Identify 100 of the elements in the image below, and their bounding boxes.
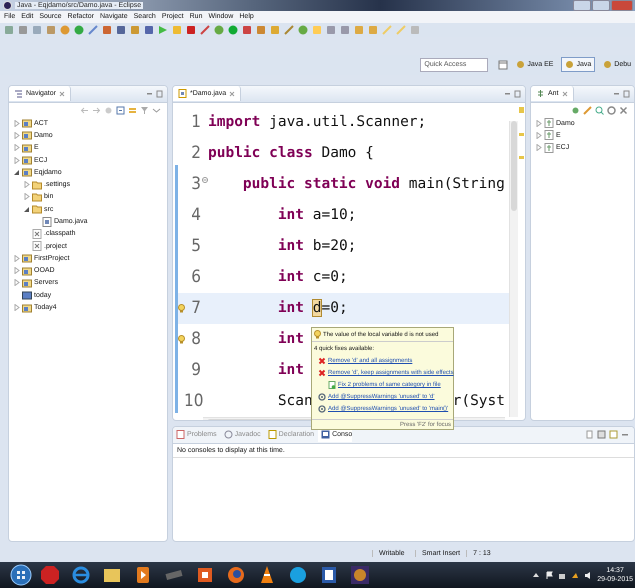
code-keyword: int (278, 269, 304, 286)
project-icon (22, 142, 32, 153)
up-arrow-icon[interactable] (532, 570, 540, 580)
expand-arrow-icon[interactable] (24, 181, 30, 188)
line-number: 6 (190, 267, 201, 288)
square-icon[interactable] (102, 24, 112, 35)
vertical-scrollbar[interactable] (509, 120, 518, 417)
view-menu-icon[interactable] (152, 106, 161, 115)
project-icon (22, 167, 32, 178)
eclipse-icon[interactable] (349, 564, 371, 586)
square-icon[interactable] (186, 24, 196, 35)
circle-icon[interactable] (214, 24, 224, 35)
link-icon[interactable] (128, 106, 137, 115)
ant-add-icon[interactable] (571, 106, 580, 115)
close-button[interactable] (611, 0, 633, 11)
declaration-view-icon (268, 430, 277, 440)
expand-arrow-icon[interactable] (14, 279, 20, 286)
collapse-all-icon[interactable] (116, 106, 125, 115)
browser-e-icon[interactable] (70, 564, 92, 586)
square-icon[interactable] (256, 24, 266, 35)
maximize-icon[interactable] (156, 90, 163, 98)
circle-icon[interactable] (60, 24, 70, 35)
circle-icon[interactable] (298, 24, 308, 35)
expand-arrow-icon[interactable] (536, 120, 542, 127)
minimize-button[interactable] (573, 0, 591, 11)
square-icon[interactable] (46, 24, 56, 35)
slash-icon[interactable] (200, 24, 210, 35)
close-icon[interactable] (562, 90, 568, 97)
project-icon (22, 130, 32, 140)
circle-icon[interactable] (607, 106, 616, 115)
view-icon (14, 89, 23, 98)
maximize-icon[interactable] (623, 90, 630, 98)
minimize-icon[interactable] (504, 90, 511, 98)
square-icon[interactable] (242, 24, 252, 35)
scroll-thumb[interactable] (511, 120, 517, 211)
stop-sign-icon[interactable] (39, 564, 61, 586)
minimize-icon[interactable] (613, 90, 620, 98)
close-icon[interactable] (58, 90, 65, 97)
build-file-icon (544, 130, 554, 140)
expand-arrow-icon[interactable] (536, 132, 542, 139)
code-keyword: int (278, 362, 304, 378)
code-text: Scan (278, 393, 313, 410)
delete-cross-icon (318, 369, 326, 377)
line-number: 9 (190, 360, 201, 380)
document-fix-icon (328, 381, 336, 389)
javadoc-view-icon (224, 430, 233, 440)
speaker-icon[interactable] (584, 570, 592, 580)
forward-arrow-icon[interactable] (92, 106, 101, 115)
slash-icon[interactable] (284, 24, 294, 35)
flag-icon[interactable] (545, 570, 554, 580)
line-number: 1 (190, 112, 201, 132)
collapse-arrow-icon[interactable] (24, 206, 30, 213)
power-icon[interactable] (571, 570, 580, 580)
expand-arrow-icon[interactable] (24, 193, 30, 200)
code-text: Damo { (320, 145, 374, 162)
code-keyword: int (278, 238, 304, 254)
slash-icon[interactable] (88, 24, 98, 35)
circle-icon[interactable] (74, 24, 84, 35)
build-file-icon (544, 142, 554, 153)
square-icon[interactable] (340, 24, 350, 35)
circle-icon[interactable] (228, 24, 238, 35)
maximize-button[interactable] (592, 0, 610, 11)
square-icon[interactable] (18, 24, 28, 35)
expand-arrow-icon[interactable] (14, 120, 20, 127)
code-keyword: public static void (242, 176, 400, 192)
open-console-icon[interactable] (609, 430, 618, 440)
expand-arrow-icon[interactable] (14, 132, 20, 139)
folder-icon (32, 192, 42, 202)
expand-arrow-icon[interactable] (14, 144, 20, 152)
pencil-icon[interactable] (583, 106, 592, 115)
square-icon[interactable] (4, 24, 14, 35)
square-icon[interactable] (32, 24, 42, 35)
open-perspective-icon[interactable] (498, 60, 508, 70)
expand-arrow-icon[interactable] (14, 267, 20, 274)
start-orb-icon[interactable] (10, 564, 32, 586)
expand-arrow-icon[interactable] (14, 254, 20, 262)
minimize-icon[interactable] (146, 90, 153, 98)
square-icon[interactable] (326, 24, 336, 35)
java-file-icon (42, 216, 52, 226)
fold-icon[interactable] (202, 177, 208, 184)
expand-arrow-icon[interactable] (14, 304, 20, 312)
maximize-icon[interactable] (514, 90, 521, 98)
square-icon[interactable] (130, 24, 140, 35)
project-icon (22, 278, 32, 288)
display-console-icon[interactable] (597, 430, 606, 440)
close-icon[interactable] (229, 90, 236, 97)
console-view-icon (321, 430, 330, 440)
expand-arrow-icon[interactable] (536, 144, 542, 152)
collapse-arrow-icon[interactable] (14, 168, 20, 176)
remove-icon[interactable] (619, 106, 628, 115)
warning-marker (519, 132, 524, 136)
play-icon[interactable] (158, 24, 168, 35)
code-text: a=10; (312, 207, 356, 224)
filter-icon[interactable] (140, 106, 149, 115)
square-icon[interactable] (116, 24, 126, 35)
square-icon[interactable] (144, 24, 154, 35)
expand-arrow-icon[interactable] (14, 156, 20, 164)
search-icon[interactable] (595, 106, 604, 115)
back-arrow-icon[interactable] (80, 106, 89, 115)
pin-icon[interactable] (585, 430, 594, 440)
